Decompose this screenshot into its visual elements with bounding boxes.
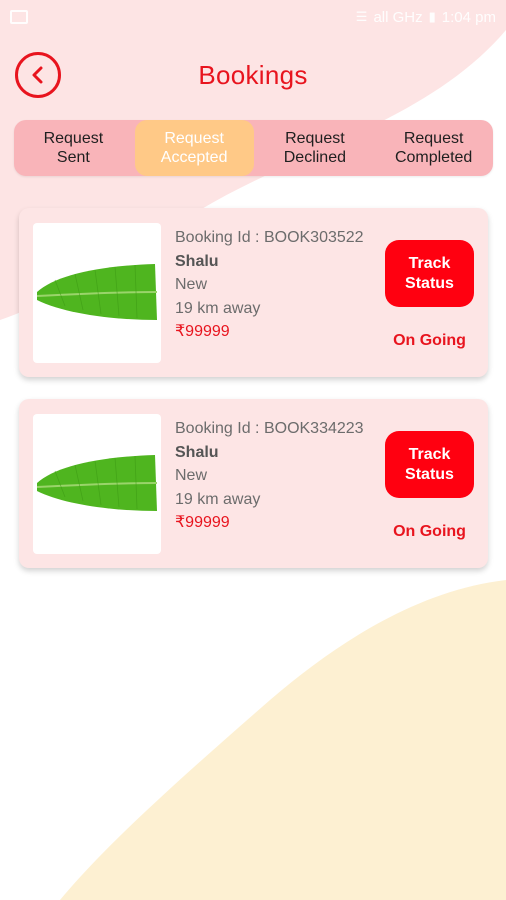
booking-id: Booking Id : BOOK303522: [175, 229, 364, 246]
price: ₹99999: [175, 514, 230, 531]
booking-tabs: Request Sent Request Accepted Request De…: [14, 120, 493, 176]
track-status-button[interactable]: Track Status: [385, 431, 474, 498]
status-bar: ☰ all GHz ▮ 1:04 pm: [0, 0, 506, 34]
status-label: On Going: [393, 523, 466, 540]
product-condition: New: [175, 276, 208, 293]
status-label: On Going: [393, 332, 466, 349]
product-condition: New: [175, 467, 208, 484]
page-title: Bookings: [198, 60, 308, 90]
clock-time: 1:04 pm: [441, 8, 496, 26]
status-bar-right: ☰ all GHz ▮ 1:04 pm: [356, 9, 496, 26]
product-image: [33, 223, 161, 363]
booking-info: Booking Id : BOOK334223 Shalu New 19 km …: [175, 417, 364, 535]
customer-name: Shalu: [175, 252, 219, 270]
booking-card[interactable]: Booking Id : BOOK303522 Shalu New 19 km …: [19, 208, 488, 377]
distance: 19 km away: [175, 490, 261, 508]
tab-label: Request Completed: [394, 130, 473, 166]
tab-label: Request Sent: [43, 130, 104, 166]
battery-icon: ▮: [428, 9, 436, 24]
booking-id: Booking Id : BOOK334223: [175, 420, 364, 437]
banana-leaf-icon: [36, 455, 158, 511]
banana-leaf-icon: [36, 264, 158, 320]
tab-label: Request Accepted: [160, 130, 228, 166]
product-image: [33, 414, 161, 554]
tab-request-completed[interactable]: Request Completed: [374, 120, 493, 176]
distance: 19 km away: [175, 299, 261, 317]
customer-name: Shalu: [175, 443, 219, 461]
booking-list: Booking Id : BOOK303522 Shalu New 19 km …: [19, 208, 488, 590]
tab-request-accepted[interactable]: Request Accepted: [134, 120, 254, 176]
track-status-button[interactable]: Track Status: [385, 240, 474, 307]
header: Bookings: [0, 50, 506, 100]
signal-text: all GHz: [373, 8, 423, 26]
booking-card[interactable]: Booking Id : BOOK334223 Shalu New 19 km …: [19, 399, 488, 568]
tab-label: Request Declined: [283, 130, 346, 166]
tab-request-sent[interactable]: Request Sent: [14, 120, 133, 176]
price: ₹99999: [175, 323, 230, 340]
notification-icon: [10, 10, 28, 24]
booking-info: Booking Id : BOOK303522 Shalu New 19 km …: [175, 226, 364, 344]
tab-request-declined[interactable]: Request Declined: [256, 120, 375, 176]
alarm-icon: ☰: [355, 9, 368, 24]
